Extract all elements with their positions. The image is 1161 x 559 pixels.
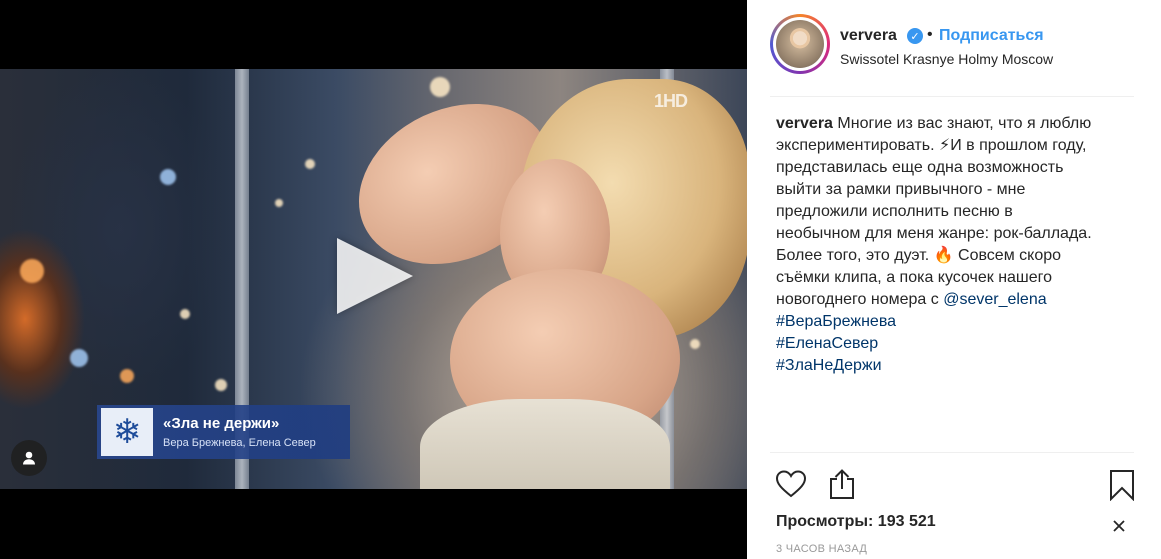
bokeh-light — [180, 309, 190, 319]
more-options-button[interactable] — [1111, 518, 1127, 539]
follow-button[interactable]: Подписаться — [939, 27, 1044, 45]
bokeh-light — [120, 369, 134, 383]
bokeh-light — [690, 339, 700, 349]
bokeh-light — [70, 349, 88, 367]
hashtag-link[interactable]: #ЗлаНеДержи — [776, 355, 1138, 377]
hashtag-link[interactable]: #ЕленаСевер — [776, 333, 1138, 355]
caption-text-line: Более того, это дуэт. 🔥 Совсем скоро — [776, 247, 1062, 264]
caption-text-line: съёмки клипа, а пока кусочек нашего — [776, 269, 1053, 286]
caption-author-link[interactable]: ververa — [776, 115, 833, 132]
song-caption: ❄ «Зла не держи» Вера Брежнева, Елена Се… — [97, 405, 350, 459]
post-caption: ververa Многие из вас знают, что я люблю… — [776, 113, 1138, 377]
post-header: ververa ✓ • Подписаться Swissotel Krasny… — [747, 0, 1161, 96]
post-panel: ververa ✓ • Подписаться Swissotel Krasny… — [747, 0, 1161, 559]
share-button[interactable] — [827, 468, 857, 505]
caption-text-line: Многие из вас знают, что я люблю — [837, 115, 1092, 132]
post-timestamp: 3 ЧАСОВ НАЗАД — [776, 543, 868, 555]
bokeh-light — [430, 77, 450, 97]
bokeh-light — [160, 169, 176, 185]
play-icon — [337, 238, 413, 314]
divider — [770, 452, 1134, 453]
play-button[interactable] — [325, 228, 425, 328]
separator-dot: • — [927, 26, 933, 43]
caption-text-line: предложили исполнить песню в — [776, 203, 1013, 220]
tagged-users-button[interactable] — [11, 440, 47, 476]
bookmark-icon — [1110, 470, 1134, 502]
dress — [420, 399, 670, 489]
mention-link[interactable]: @sever_elena — [943, 291, 1046, 308]
action-bar — [747, 466, 1161, 506]
avatar-photo — [776, 20, 824, 68]
views-label: Просмотры: — [776, 513, 874, 530]
caption-text-line: необычном для меня жанре: рок-баллада. — [776, 225, 1092, 242]
video-player[interactable]: 1HD ❄ «Зла не держи» Вера Брежнева, Елен… — [0, 0, 747, 559]
more-icon — [1113, 520, 1125, 532]
bokeh-light — [20, 259, 44, 283]
avatar[interactable] — [770, 14, 830, 74]
divider — [770, 96, 1134, 97]
caption-text-line: представилась еще одна возможность — [776, 159, 1064, 176]
location-link[interactable]: Swissotel Krasnye Holmy Moscow — [840, 51, 1053, 67]
share-icon — [830, 469, 854, 499]
heart-icon — [775, 470, 807, 498]
channel-logo: 1HD — [653, 91, 688, 111]
username-link[interactable]: ververa — [840, 27, 897, 45]
caption-text-line: новогоднего номера с — [776, 291, 944, 308]
caption-subtitle: Вера Брежнева, Елена Север — [163, 437, 316, 449]
user-tag-icon — [23, 451, 35, 465]
like-button[interactable] — [775, 469, 807, 504]
view-count: Просмотры: 193 521 — [776, 513, 936, 531]
views-value: 193 521 — [877, 513, 936, 530]
bokeh-light — [215, 379, 227, 391]
caption-text-line: экспериментировать. ⚡И в прошлом году, — [776, 137, 1087, 154]
verified-badge-icon: ✓ — [907, 28, 923, 44]
save-button[interactable] — [1109, 469, 1135, 506]
caption-title: «Зла не держи» — [163, 415, 280, 432]
bokeh-light — [305, 159, 315, 169]
caption-text-line: выйти за рамки привычного - мне — [776, 181, 1026, 198]
hashtag-link[interactable]: #ВераБрежнева — [776, 311, 1138, 333]
snowflake-icon: ❄ — [101, 408, 153, 456]
bokeh-light — [275, 199, 283, 207]
